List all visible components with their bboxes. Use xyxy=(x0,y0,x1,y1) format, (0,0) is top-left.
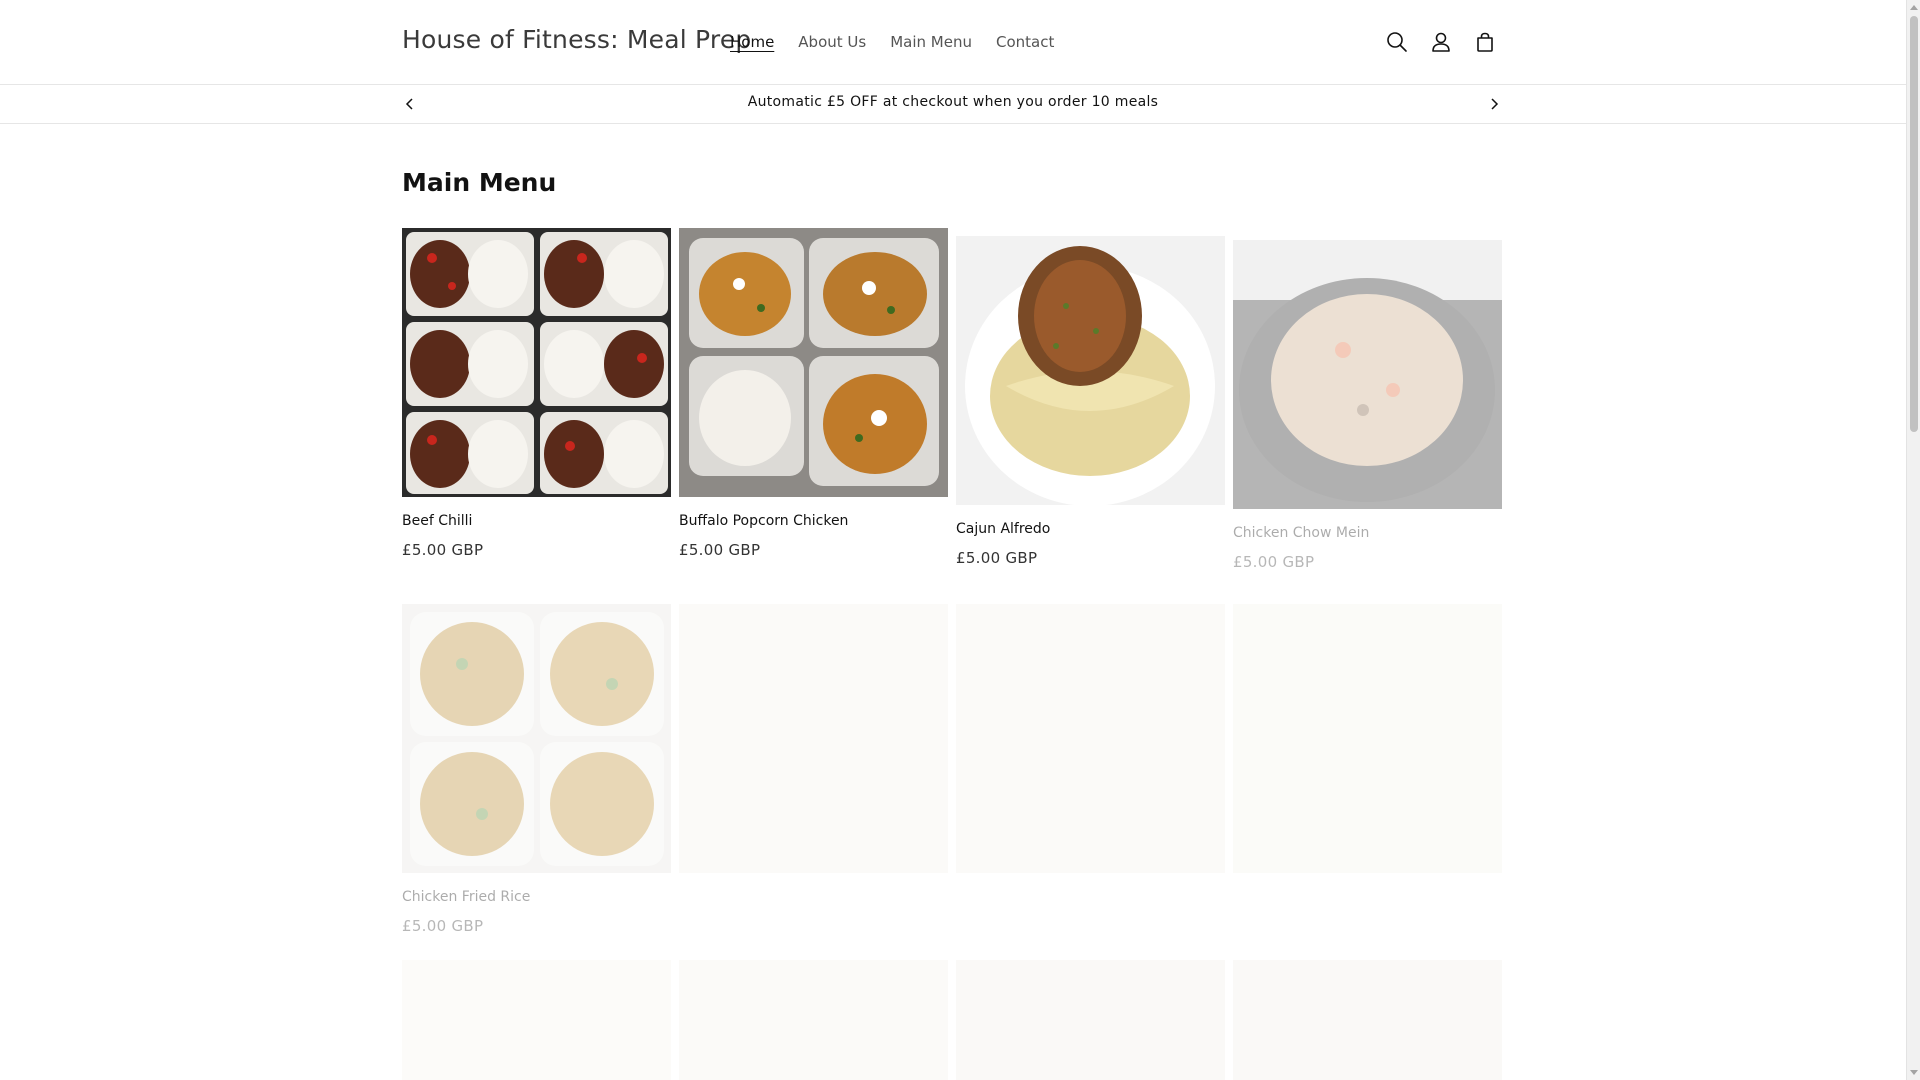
product-title[interactable]: Beef Chilli xyxy=(402,513,671,529)
search-icon xyxy=(1387,32,1407,52)
account-button[interactable] xyxy=(1419,20,1463,64)
product-image-cajun-alfredo[interactable] xyxy=(956,236,1225,505)
nav-about-us[interactable]: About Us xyxy=(786,33,878,51)
product-card-placeholder xyxy=(956,960,1225,1080)
product-price: £5.00 GBP xyxy=(956,549,1038,567)
product-card[interactable]: Beef Chilli £5.00 GBP xyxy=(402,228,671,559)
product-card-placeholder xyxy=(956,604,1225,873)
product-image-placeholder xyxy=(956,960,1225,1080)
scroll-up-arrow[interactable] xyxy=(1907,0,1920,14)
chevron-right-icon xyxy=(1491,98,1499,110)
product-image-beef-chilli[interactable] xyxy=(402,228,671,497)
account-icon xyxy=(1432,32,1450,52)
announcement-next-button[interactable] xyxy=(1483,93,1505,115)
search-button[interactable] xyxy=(1375,20,1419,64)
product-price: £5.00 GBP xyxy=(1233,553,1315,571)
cart-icon xyxy=(1477,32,1493,52)
product-price: £5.00 GBP xyxy=(402,541,484,559)
section-title: Main Menu xyxy=(402,168,557,197)
product-card-placeholder xyxy=(1233,960,1502,1080)
product-image-placeholder xyxy=(1233,604,1502,873)
site-title[interactable]: House of Fitness: Meal Prep xyxy=(402,25,751,54)
vertical-scrollbar[interactable] xyxy=(1906,0,1920,1080)
scrollbar-thumb[interactable] xyxy=(1910,16,1918,432)
product-card-placeholder xyxy=(679,604,948,873)
scroll-down-arrow[interactable] xyxy=(1907,1066,1920,1080)
page: House of Fitness: Meal Prep Home About U… xyxy=(0,0,1906,1080)
product-price: £5.00 GBP xyxy=(402,917,484,935)
product-image-placeholder xyxy=(679,960,948,1080)
product-card[interactable]: Chicken Chow Mein £5.00 GBP xyxy=(1233,240,1502,571)
product-card-placeholder xyxy=(402,960,671,1080)
product-image-placeholder xyxy=(679,604,948,873)
product-title[interactable]: Cajun Alfredo xyxy=(956,521,1225,537)
product-title[interactable]: Chicken Fried Rice xyxy=(402,889,671,905)
nav-main-menu[interactable]: Main Menu xyxy=(878,33,984,51)
product-image-buffalo-popcorn-chicken[interactable] xyxy=(679,228,948,497)
product-title[interactable]: Buffalo Popcorn Chicken xyxy=(679,513,948,529)
product-title[interactable]: Chicken Chow Mein xyxy=(1233,525,1502,541)
nav-contact[interactable]: Contact xyxy=(984,33,1066,51)
announcement-bar: Automatic £5 OFF at checkout when you or… xyxy=(0,85,1906,124)
product-card[interactable]: Cajun Alfredo £5.00 GBP xyxy=(956,236,1225,567)
product-card-placeholder xyxy=(679,960,948,1080)
nav-home[interactable]: Home xyxy=(718,33,786,51)
product-image-chicken-chow-mein[interactable] xyxy=(1233,240,1502,509)
main-nav: Home About Us Main Menu Contact xyxy=(718,0,1066,84)
caret-up-icon xyxy=(1910,5,1918,10)
product-price: £5.00 GBP xyxy=(679,541,761,559)
site-header: House of Fitness: Meal Prep Home About U… xyxy=(0,0,1906,85)
product-image-placeholder xyxy=(402,960,671,1080)
product-image-placeholder xyxy=(1233,960,1502,1080)
product-card[interactable]: Buffalo Popcorn Chicken £5.00 GBP xyxy=(679,228,948,559)
product-card[interactable]: Chicken Fried Rice £5.00 GBP xyxy=(402,604,671,935)
caret-down-icon xyxy=(1910,1070,1918,1075)
header-icons xyxy=(1375,20,1507,64)
product-card-placeholder xyxy=(1233,604,1502,873)
announcement-text: Automatic £5 OFF at checkout when you or… xyxy=(747,94,1159,110)
product-image-placeholder xyxy=(956,604,1225,873)
cart-button[interactable] xyxy=(1463,20,1507,64)
product-image-chicken-fried-rice[interactable] xyxy=(402,604,671,873)
